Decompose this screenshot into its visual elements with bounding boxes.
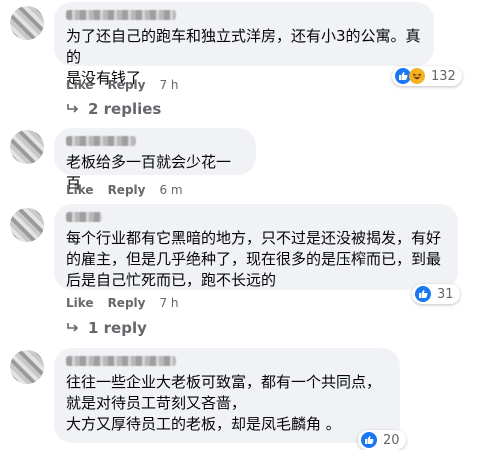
reply-arrow-icon [67,104,79,113]
reply-button[interactable]: Reply [108,78,146,92]
comment-bubble: 每个行业都有它黑暗的地方，只不过是还没被揭发，有好 的雇主，但是几乎绝种了，现在… [54,204,458,290]
blurred-author-name[interactable] [66,136,136,146]
reaction-count: 132 [431,68,456,84]
replies-label[interactable]: 2 replies [88,100,161,118]
like-button[interactable]: Like [66,78,94,92]
haha-icon [409,68,425,84]
comment-actions: Like Reply 7 h [66,296,179,310]
like-icon [361,432,377,448]
reaction-summary[interactable]: 20 [358,430,406,450]
blurred-author-name[interactable] [66,10,176,20]
timestamp[interactable]: 7 h [159,78,178,92]
avatar[interactable] [10,350,44,384]
like-button[interactable]: Like [66,296,94,310]
timestamp[interactable]: 6 m [159,183,182,197]
reaction-summary[interactable]: 132 [392,66,462,86]
reaction-summary[interactable]: 31 [412,284,460,304]
replies-label[interactable]: 1 reply [88,319,147,337]
reply-button[interactable]: Reply [108,296,146,310]
comment-bubble: 老板给多一百就会少花一百 [54,128,256,192]
like-icon [415,286,431,302]
reaction-count: 20 [383,432,400,448]
like-button[interactable]: Like [66,183,94,197]
timestamp[interactable]: 7 h [159,296,178,310]
avatar[interactable] [10,208,44,242]
avatar[interactable] [10,130,44,164]
reaction-count: 31 [437,286,454,302]
avatar[interactable] [10,6,44,40]
comment-actions: Like Reply 6 m [66,183,183,197]
view-replies-link[interactable]: 2 replies [66,100,161,118]
blurred-author-name[interactable] [66,356,176,366]
reply-button[interactable]: Reply [108,183,146,197]
reply-arrow-icon [67,323,79,332]
comment-actions: Like Reply 7 h [66,78,179,92]
comment-bubble: 往往一些企业大老板可致富，都有一个共同点， 就是对待员工苛刻又吝啬， 大方又厚待… [54,348,400,443]
comment-bubble: 为了还自己的跑车和独立式洋房，还有小3的公寓。真的 是没有钱了 [54,2,434,87]
comment-text: 往往一些企业大老板可致富，都有一个共同点， 就是对待员工苛刻又吝啬， 大方又厚待… [66,373,382,433]
blurred-author-name[interactable] [66,212,102,222]
view-replies-link[interactable]: 1 reply [66,319,147,337]
comment-text: 每个行业都有它黑暗的地方，只不过是还没被揭发，有好 的雇主，但是几乎绝种了，现在… [66,229,442,289]
